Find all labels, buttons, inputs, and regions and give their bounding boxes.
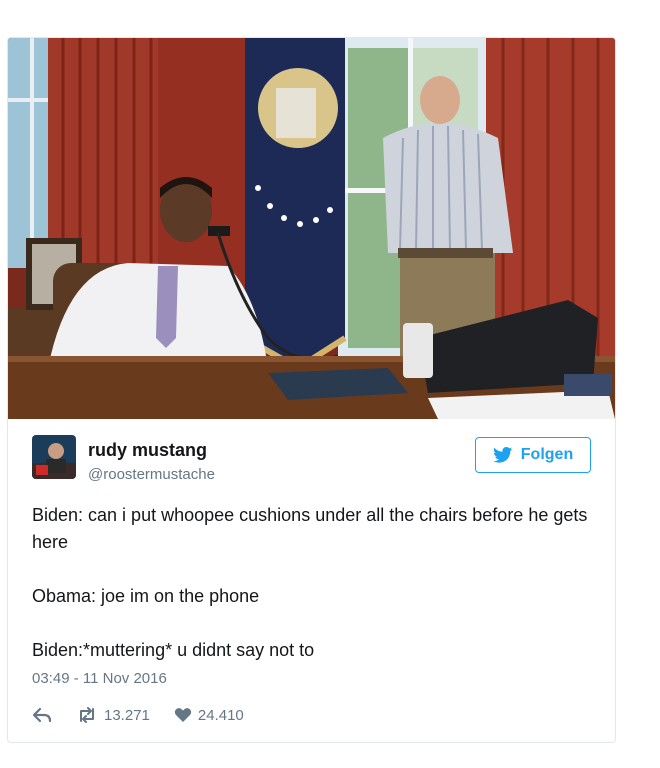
tweet-line: Obama: joe im on the phone	[32, 586, 260, 606]
retweet-count: 13.271	[104, 706, 150, 724]
reply-button[interactable]	[32, 707, 52, 723]
heart-icon	[174, 708, 192, 722]
avatar[interactable]	[32, 435, 76, 479]
tweet-text: Biden: can i put whoopee cushions under …	[32, 502, 592, 691]
like-button[interactable]: 24.410	[174, 707, 244, 724]
retweet-icon	[80, 707, 94, 723]
tweet-timestamp[interactable]: 03:49 - 11 Nov 2016	[32, 670, 167, 687]
embedded-tweet-card: rudy mustang @roostermustache Folgen Bid…	[7, 37, 616, 743]
follow-label: Folgen	[520, 446, 574, 463]
tweet-photo[interactable]	[8, 38, 615, 419]
user-handle[interactable]: @roostermustache	[88, 466, 215, 483]
tweet-line: Biden: can i put whoopee cushions under …	[32, 505, 588, 552]
reply-icon	[32, 707, 52, 723]
user-name[interactable]: rudy mustang	[88, 440, 207, 461]
twitter-bird-icon	[492, 447, 513, 463]
follow-button[interactable]: Folgen	[475, 437, 591, 473]
tweet-line: Biden:*muttering* u didnt say not to	[32, 640, 315, 660]
tweet-actions: 13.271 24.410	[32, 704, 244, 726]
like-count: 24.410	[197, 706, 244, 724]
retweet-button[interactable]: 13.271	[76, 707, 150, 724]
